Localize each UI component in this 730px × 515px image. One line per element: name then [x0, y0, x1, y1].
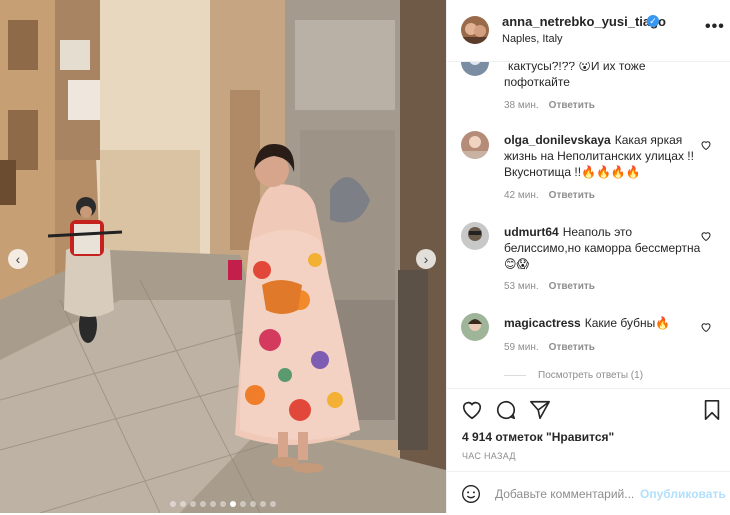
carousel-dot: [210, 501, 216, 507]
comment-meta: 59 мин. Ответить: [504, 342, 595, 353]
carousel-dots: [0, 501, 446, 507]
post-actions: 4 914 отметок "Нравится" ЧАС НАЗАД Опубл…: [447, 388, 730, 514]
comment-body: Какие бубны🔥: [584, 316, 671, 330]
commenter-avatar[interactable]: [461, 313, 489, 341]
post-location[interactable]: Naples, Italy: [502, 33, 563, 45]
post-time[interactable]: ЧАС НАЗАД: [462, 451, 516, 461]
instagram-post: ‹ › anna_netrebko_yusi_tiago ✓ Naples, I…: [0, 0, 730, 513]
comment-text: magicactress Какие бубны🔥: [504, 315, 704, 331]
carousel-dot: [270, 501, 276, 507]
add-comment-bar: Опубликовать: [447, 471, 730, 515]
carousel-dot: [200, 501, 206, 507]
carousel-dot: [230, 501, 236, 507]
carousel-dot: [180, 501, 186, 507]
comment-time: 59 мин.: [504, 342, 539, 353]
more-options-icon[interactable]: •••: [705, 18, 725, 36]
carousel-dot: [250, 501, 256, 507]
divider-line: [504, 375, 526, 376]
emoji-icon[interactable]: [461, 484, 481, 504]
reply-button[interactable]: Ответить: [549, 342, 595, 353]
publish-button[interactable]: Опубликовать: [640, 487, 726, 501]
reply-button[interactable]: Ответить: [549, 281, 595, 292]
comment-input[interactable]: [495, 483, 635, 505]
side-panel: anna_netrebko_yusi_tiago ✓ Naples, Italy…: [446, 0, 730, 513]
comment-text: udmurt64 Неаполь это белиссимо,но каморра…: [504, 224, 704, 272]
carousel-dot: [240, 501, 246, 507]
comment-time: 42 мин.: [504, 190, 539, 201]
comment-username[interactable]: udmurt64: [504, 225, 559, 239]
reply-button[interactable]: Ответить: [549, 190, 595, 201]
bookmark-icon[interactable]: [701, 399, 723, 421]
comment-bubble-icon[interactable]: [495, 399, 517, 421]
carousel-dot: [260, 501, 266, 507]
comment-time: 38 мин.: [504, 100, 539, 111]
comment-meta: 53 мин. Ответить: [504, 281, 595, 292]
view-replies-button[interactable]: Посмотреть ответы (1): [504, 370, 643, 381]
reply-button[interactable]: Ответить: [549, 100, 595, 111]
carousel-dot: [220, 501, 226, 507]
street-scene-image: [0, 0, 446, 513]
view-replies-label: Посмотреть ответы (1): [538, 370, 644, 381]
carousel-dot: [190, 501, 196, 507]
post-header: anna_netrebko_yusi_tiago ✓ Naples, Italy…: [447, 0, 730, 62]
likes-count[interactable]: 4 914 отметок "Нравится": [462, 430, 614, 444]
commenter-avatar[interactable]: [461, 222, 489, 250]
post-photo[interactable]: ‹ ›: [0, 0, 446, 513]
comment-username[interactable]: olga_donilevskaya: [504, 133, 611, 147]
carousel-dot: [170, 501, 176, 507]
verified-badge-icon: ✓: [647, 15, 659, 27]
author-avatar[interactable]: [461, 16, 489, 44]
comment-body: кактусы?!?? 😮И их тоже пофоткайте: [504, 62, 646, 89]
chevron-right-icon[interactable]: ›: [416, 249, 436, 269]
comment-text: кактусы?!?? 😮И их тоже пофоткайте: [504, 62, 704, 90]
comment-text: olga_donilevskaya Какая яркая жизнь на Не…: [504, 132, 704, 180]
comment-time: 53 мин.: [504, 281, 539, 292]
comment-username[interactable]: magicactress: [504, 316, 581, 330]
commenter-avatar[interactable]: [461, 62, 489, 76]
share-send-icon[interactable]: [529, 399, 551, 421]
chevron-left-icon[interactable]: ‹: [8, 249, 28, 269]
commenter-avatar[interactable]: [461, 131, 489, 159]
comment-meta: 42 мин. Ответить: [504, 190, 595, 201]
like-heart-icon[interactable]: [461, 399, 483, 421]
comments-list[interactable]: кактусы?!?? 😮И их тоже пофоткайте 38 мин…: [447, 62, 730, 388]
author-username[interactable]: anna_netrebko_yusi_tiago: [502, 14, 666, 29]
comment-meta: 38 мин. Ответить: [504, 100, 595, 111]
